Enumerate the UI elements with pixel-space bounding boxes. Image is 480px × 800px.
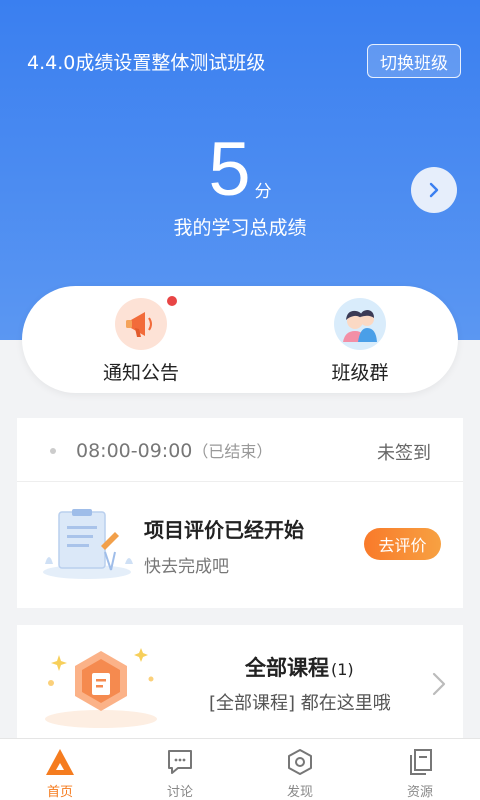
courses-count: (1) bbox=[331, 660, 354, 679]
score-label: 我的学习总成绩 bbox=[173, 217, 307, 239]
chevron-right-icon bbox=[429, 182, 439, 198]
tab-discover-label: 发现 bbox=[286, 785, 313, 800]
notice-label: 通知公告 bbox=[102, 362, 179, 384]
tab-resources-label: 资源 bbox=[406, 785, 433, 800]
evaluation-title: 项目评价已经开始 bbox=[144, 518, 304, 542]
tab-home-label: 首页 bbox=[46, 785, 73, 800]
checkin-time: 08:00-09:00（已结束） bbox=[76, 438, 272, 462]
class-title: 4.4.0成绩设置整体测试班级 bbox=[27, 52, 266, 74]
group-avatar-icon bbox=[334, 298, 386, 350]
courses-title: 全部课程 (1) bbox=[245, 652, 354, 682]
group-label: 班级群 bbox=[331, 362, 389, 384]
discussion-icon bbox=[165, 747, 195, 777]
discover-icon bbox=[285, 747, 315, 777]
courses-illustration-icon bbox=[35, 639, 165, 734]
checkin-ended-label: （已结束） bbox=[192, 442, 273, 461]
evaluation-illustration-icon bbox=[39, 506, 139, 582]
checkin-card: 08:00-09:00（已结束） 未签到 项目评价已经开始 快去完成吧 去评价 bbox=[17, 418, 463, 608]
chevron-right-icon bbox=[431, 671, 447, 701]
tab-discussion-label: 讨论 bbox=[166, 785, 193, 800]
bullet-dot bbox=[50, 448, 56, 454]
megaphone-icon bbox=[115, 296, 177, 350]
score-detail-button[interactable] bbox=[411, 167, 457, 213]
unread-dot bbox=[167, 296, 177, 306]
courses-title-text: 全部课程 bbox=[245, 656, 329, 680]
quick-entry-card: 通知公告 班级群 bbox=[22, 286, 458, 393]
total-score: 5 分 bbox=[0, 132, 480, 208]
checkin-row[interactable]: 08:00-09:00（已结束） 未签到 bbox=[17, 418, 463, 482]
evaluation-subtitle: 快去完成吧 bbox=[144, 557, 229, 577]
tab-discussion[interactable]: 讨论 bbox=[120, 739, 240, 800]
tab-home[interactable]: 首页 bbox=[0, 739, 120, 800]
bottom-tab-bar: 首页 讨论 发现 资源 bbox=[0, 738, 480, 800]
score-unit: 分 bbox=[254, 182, 272, 202]
tab-resources[interactable]: 资源 bbox=[360, 739, 480, 800]
tab-discover[interactable]: 发现 bbox=[240, 739, 360, 800]
all-courses-card[interactable]: 全部课程 (1) [全部课程] 都在这里哦 bbox=[17, 625, 463, 745]
go-evaluate-button[interactable]: 去评价 bbox=[364, 528, 441, 560]
checkin-status: 未签到 bbox=[377, 443, 431, 464]
courses-subtitle: [全部课程] 都在这里哦 bbox=[209, 693, 391, 714]
notice-entry[interactable]: 通知公告 bbox=[66, 296, 216, 385]
switch-class-button[interactable]: 切换班级 bbox=[367, 44, 461, 78]
score-value: 5 bbox=[208, 127, 251, 212]
checkin-time-range: 08:00-09:00 bbox=[76, 440, 193, 462]
class-group-entry[interactable]: 班级群 bbox=[285, 298, 435, 385]
home-icon bbox=[45, 747, 75, 777]
resources-icon bbox=[405, 747, 435, 777]
